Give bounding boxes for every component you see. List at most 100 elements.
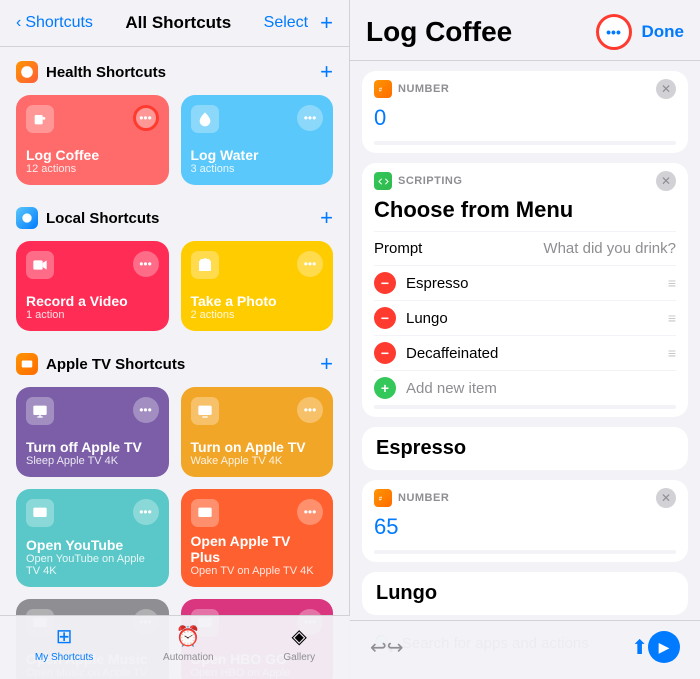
gallery-icon: ◈ [292, 624, 307, 649]
scripting-label: SCRIPTING [398, 175, 462, 187]
bottom-toolbar: ↩ ↪ ⬆ ▶ [350, 620, 700, 679]
scripting-card-close-button[interactable]: ✕ [656, 171, 676, 191]
add-item-label: Add new item [406, 380, 497, 397]
automation-label: Automation [163, 652, 214, 663]
health-section-add-button[interactable]: + [320, 59, 333, 85]
decaffeinated-drag-handle[interactable]: ≡ [668, 345, 676, 361]
tab-my-shortcuts[interactable]: ⊞ My Shortcuts [35, 624, 93, 663]
right-panel: Log Coffee ••• Done # NUMBER ✕ [350, 0, 700, 679]
number-card-close-button[interactable]: ✕ [656, 79, 676, 99]
gallery-label: Gallery [283, 652, 315, 663]
my-shortcuts-icon: ⊞ [56, 624, 73, 649]
open-appletv-plus-subtitle: Open TV on Apple TV 4K [191, 565, 324, 577]
lungo-label: Lungo [406, 310, 448, 327]
open-youtube-icon [26, 499, 54, 527]
record-video-card[interactable]: ••• Record a Video 1 action [16, 241, 169, 331]
right-content: # NUMBER ✕ 0 SCRIPTING [350, 61, 700, 679]
share-button[interactable]: ⬆ [631, 635, 648, 660]
appletv-section-icon [16, 353, 38, 375]
health-section-icon [16, 61, 38, 83]
health-section-title-group: Health Shortcuts [16, 61, 166, 83]
scripting-title: Choose from Menu [362, 193, 688, 231]
local-section-title-group: Local Shortcuts [16, 207, 159, 229]
done-button[interactable]: Done [642, 22, 685, 42]
add-new-item-button[interactable]: + [374, 377, 396, 399]
ellipsis-icon: ••• [606, 24, 621, 40]
menu-item-decaffeinated-left: − Decaffeinated [374, 342, 498, 364]
espresso-label: Espresso [406, 275, 469, 292]
tab-automation[interactable]: ⏰ Automation [163, 624, 214, 663]
number-card-label: NUMBER [398, 83, 449, 95]
play-button[interactable]: ▶ [648, 631, 680, 663]
espresso-number-card-close-button[interactable]: ✕ [656, 488, 676, 508]
take-photo-title: Take a Photo [191, 293, 324, 309]
take-photo-subtitle: 2 actions [191, 309, 324, 321]
lungo-section-label: Lungo [376, 582, 437, 604]
open-youtube-subtitle: Open YouTube on Apple TV 4K [26, 553, 159, 577]
left-header: ‹ Shortcuts All Shortcuts Select + [0, 0, 349, 47]
record-video-menu-button[interactable]: ••• [133, 251, 159, 277]
chevron-left-icon: ‹ [16, 14, 21, 32]
remove-espresso-button[interactable]: − [374, 272, 396, 294]
remove-lungo-button[interactable]: − [374, 307, 396, 329]
redo-button[interactable]: ↪ [387, 635, 404, 660]
record-video-subtitle: 1 action [26, 309, 159, 321]
menu-item-lungo-left: − Lungo [374, 307, 448, 329]
log-water-card[interactable]: ••• Log Water 3 actions [181, 95, 334, 185]
open-appletv-plus-icon [191, 499, 219, 527]
take-photo-menu-button[interactable]: ••• [297, 251, 323, 277]
turn-off-tv-icon [26, 397, 54, 425]
number-card-value: 0 [362, 103, 688, 141]
my-shortcuts-label: My Shortcuts [35, 652, 93, 663]
remove-decaffeinated-button[interactable]: − [374, 342, 396, 364]
local-section-add-button[interactable]: + [320, 205, 333, 231]
log-coffee-icon [26, 105, 54, 133]
log-water-menu-button[interactable]: ••• [297, 105, 323, 131]
espresso-number-card: # NUMBER ✕ 65 [362, 480, 688, 562]
turn-on-tv-card[interactable]: ••• Turn on Apple TV Wake Apple TV 4K [181, 387, 334, 477]
appletv-section-header: Apple TV Shortcuts + [0, 339, 349, 383]
number-card-icon: # [374, 80, 392, 98]
log-coffee-subtitle: 12 actions [26, 163, 159, 175]
menu-item-lungo: − Lungo ≡ [362, 301, 688, 335]
back-button[interactable]: ‹ Shortcuts [16, 14, 93, 32]
log-coffee-card[interactable]: ••• Log Coffee 12 actions [16, 95, 169, 185]
health-section-header: Health Shortcuts + [0, 47, 349, 91]
svg-text:#: # [378, 87, 381, 93]
header-actions: Select + [264, 10, 333, 36]
menu-item-espresso-left: − Espresso [374, 272, 469, 294]
lungo-drag-handle[interactable]: ≡ [668, 310, 676, 326]
scripting-card-header: SCRIPTING ✕ [362, 163, 688, 193]
scripting-icon [374, 172, 392, 190]
turn-off-tv-menu-button[interactable]: ••• [133, 397, 159, 423]
record-video-icon [26, 251, 54, 279]
turn-on-tv-icon [191, 397, 219, 425]
local-section-header: Local Shortcuts + [0, 193, 349, 237]
tab-gallery[interactable]: ◈ Gallery [283, 624, 315, 663]
tab-bar: ⊞ My Shortcuts ⏰ Automation ◈ Gallery [0, 615, 350, 679]
decaffeinated-label: Decaffeinated [406, 345, 498, 362]
open-appletv-plus-card[interactable]: ••• Open Apple TV Plus Open TV on Apple … [181, 489, 334, 587]
undo-button[interactable]: ↩ [370, 635, 387, 660]
automation-icon: ⏰ [176, 624, 201, 649]
back-label: Shortcuts [25, 14, 93, 32]
health-section-title: Health Shortcuts [46, 64, 166, 81]
add-shortcut-button[interactable]: + [320, 10, 333, 36]
log-coffee-menu-button[interactable]: ••• [133, 105, 159, 131]
shortcuts-list: Health Shortcuts + ••• Log Coffee 12 act… [0, 47, 349, 679]
turn-off-tv-card[interactable]: ••• Turn off Apple TV Sleep Apple TV 4K [16, 387, 169, 477]
espresso-section-card: Espresso [362, 427, 688, 470]
right-header-menu-button[interactable]: ••• [596, 14, 632, 50]
espresso-drag-handle[interactable]: ≡ [668, 275, 676, 291]
select-button[interactable]: Select [264, 14, 308, 32]
open-youtube-card[interactable]: ••• Open YouTube Open YouTube on Apple T… [16, 489, 169, 587]
appletv-section-add-button[interactable]: + [320, 351, 333, 377]
right-header: Log Coffee ••• Done [350, 0, 700, 61]
turn-on-tv-menu-button[interactable]: ••• [297, 397, 323, 423]
take-photo-card[interactable]: ••• Take a Photo 2 actions [181, 241, 334, 331]
open-appletv-plus-menu-button[interactable]: ••• [297, 499, 323, 525]
open-youtube-menu-button[interactable]: ••• [133, 499, 159, 525]
add-new-item-row: + Add new item [362, 371, 688, 405]
health-shortcuts-grid: ••• Log Coffee 12 actions ••• [0, 91, 349, 193]
svg-text:#: # [378, 496, 381, 502]
